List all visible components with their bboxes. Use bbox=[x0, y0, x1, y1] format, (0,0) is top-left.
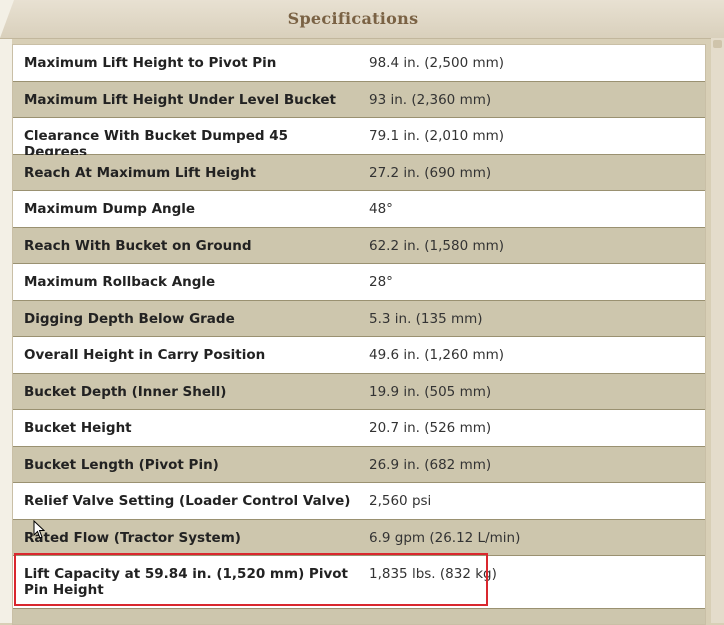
spec-value: 20.7 in. (526 mm) bbox=[369, 420, 492, 436]
table-row: Clearance With Bucket Dumped 45 Degrees … bbox=[13, 118, 705, 160]
spec-label: Digging Depth Below Grade bbox=[24, 310, 235, 327]
table-row: Bucket Length (Pivot Pin) 26.9 in. (682 … bbox=[13, 446, 705, 483]
spec-value: 28° bbox=[369, 274, 393, 290]
spec-label: Relief Valve Setting (Loader Control Val… bbox=[24, 493, 351, 509]
spec-label: Maximum Lift Height to Pivot Pin bbox=[24, 55, 277, 71]
spec-value: 48° bbox=[369, 201, 393, 217]
spec-value: 93 in. (2,360 mm) bbox=[369, 91, 492, 108]
scrollbar[interactable] bbox=[711, 38, 724, 623]
specifications-header[interactable]: Specifications bbox=[0, 0, 724, 38]
table-row: Maximum Lift Height to Pivot Pin 98.4 in… bbox=[13, 45, 705, 82]
scrollbar-thumb[interactable] bbox=[713, 40, 722, 48]
table-row: Maximum Rollback Angle 28° bbox=[13, 264, 705, 301]
table-row: Overall Height in Carry Position 49.6 in… bbox=[13, 337, 705, 374]
table-row: Maximum Dump Angle 48° bbox=[13, 191, 705, 228]
spec-label: Bucket Depth (Inner Shell) bbox=[24, 383, 227, 400]
spec-value: 19.9 in. (505 mm) bbox=[369, 383, 492, 400]
highlight-box bbox=[14, 553, 488, 606]
spec-value: 26.9 in. (682 mm) bbox=[369, 456, 492, 473]
spec-label: Rated Flow (Tractor System) bbox=[24, 529, 241, 546]
spec-label: Bucket Height bbox=[24, 420, 132, 436]
specifications-table: Maximum Lift Height to Pivot Pin 98.4 in… bbox=[12, 44, 706, 625]
table-row: Reach At Maximum Lift Height 27.2 in. (6… bbox=[13, 154, 705, 191]
table-row: Bucket Height 20.7 in. (526 mm) bbox=[13, 410, 705, 447]
mouse-cursor-icon bbox=[33, 520, 45, 539]
spec-value: 27.2 in. (690 mm) bbox=[369, 164, 492, 181]
spec-label: Maximum Dump Angle bbox=[24, 201, 196, 217]
table-row: Digging Depth Below Grade 5.3 in. (135 m… bbox=[13, 300, 705, 337]
spec-label: Overall Height in Carry Position bbox=[24, 347, 266, 363]
panel-title: Specifications bbox=[287, 9, 419, 28]
table-row: Relief Valve Setting (Loader Control Val… bbox=[13, 483, 705, 520]
spec-value: 49.6 in. (1,260 mm) bbox=[369, 347, 505, 363]
spec-value: 98.4 in. (2,500 mm) bbox=[369, 55, 505, 71]
table-row: Rated Flow (Tractor System) 6.9 gpm (26.… bbox=[13, 519, 705, 556]
table-row: Bucket Depth (Inner Shell) 19.9 in. (505… bbox=[13, 373, 705, 410]
spec-label: Maximum Lift Height Under Level Bucket bbox=[24, 91, 337, 108]
table-row: Maximum Lift Height Under Level Bucket 9… bbox=[13, 81, 705, 118]
spec-label: Bucket Length (Pivot Pin) bbox=[24, 456, 219, 473]
spec-value: 79.1 in. (2,010 mm) bbox=[369, 128, 505, 144]
table-row: Reach With Bucket on Ground 62.2 in. (1,… bbox=[13, 227, 705, 264]
spec-value: 2,560 psi bbox=[369, 493, 432, 509]
page-background-strip bbox=[0, 0, 12, 623]
spec-label: Reach At Maximum Lift Height bbox=[24, 164, 256, 181]
spec-value: 6.9 gpm (26.12 L/min) bbox=[369, 529, 521, 546]
spec-value: 5.3 in. (135 mm) bbox=[369, 310, 483, 327]
spec-value: 62.2 in. (1,580 mm) bbox=[369, 237, 505, 254]
spec-label: Reach With Bucket on Ground bbox=[24, 237, 252, 254]
spec-label: Maximum Rollback Angle bbox=[24, 274, 216, 290]
